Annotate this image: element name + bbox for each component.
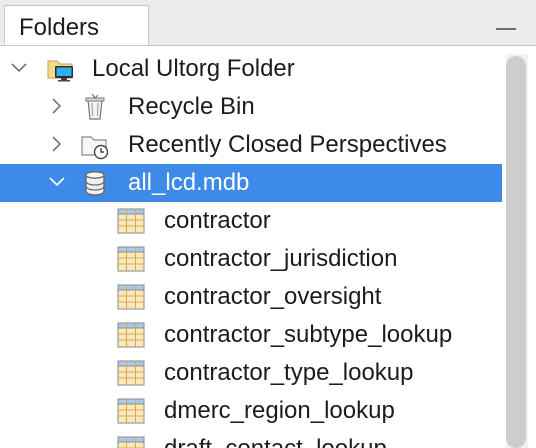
tree-row[interactable]: contractor [0, 202, 502, 240]
tree-row[interactable]: dmerc_region_lookup [0, 392, 502, 430]
tree-row-label: draft_contact_lookup [164, 435, 387, 448]
chevron-down-icon[interactable] [10, 59, 28, 77]
tree-row-label: Recycle Bin [128, 93, 255, 120]
panel-tab-bar: Folders [0, 0, 536, 46]
tree-row[interactable]: contractor_subtype_lookup [0, 316, 502, 354]
tree-row[interactable]: contractor_jurisdiction [0, 240, 502, 278]
chevron-right-icon[interactable] [48, 97, 66, 115]
folder-tree: Local Ultorg Folder Recycle Bin Recently C… [0, 46, 506, 448]
tree-row-label: contractor_jurisdiction [164, 245, 398, 272]
tree-row-label: contractor [164, 207, 271, 234]
table-icon [116, 282, 146, 312]
local-folder-icon [46, 54, 76, 84]
tree-row-label: contractor_type_lookup [164, 359, 414, 386]
tree-row[interactable]: contractor_type_lookup [0, 354, 502, 392]
tree-row[interactable]: contractor_oversight [0, 278, 502, 316]
table-icon [116, 358, 146, 388]
tree-row[interactable]: Recycle Bin [0, 88, 502, 126]
tree-row-label: Local Ultorg Folder [92, 55, 295, 82]
tree-row-label: contractor_oversight [164, 283, 382, 310]
tree-row[interactable]: Recently Closed Perspectives [0, 126, 502, 164]
chevron-down-icon[interactable] [48, 173, 66, 191]
tree-row-label: all_lcd.mdb [128, 169, 250, 196]
minimize-icon[interactable] [496, 28, 516, 30]
tree-row-label: contractor_subtype_lookup [164, 321, 453, 348]
recycle-bin-icon [80, 92, 110, 122]
database-icon [80, 168, 110, 198]
table-icon [116, 434, 146, 448]
tree-row-label: Recently Closed Perspectives [128, 131, 447, 158]
table-icon [116, 244, 146, 274]
table-icon [116, 206, 146, 236]
chevron-right-icon[interactable] [48, 135, 66, 153]
tab-folders[interactable]: Folders [4, 5, 149, 46]
tab-folders-label: Folders [19, 14, 100, 41]
tree-row[interactable]: draft_contact_lookup [0, 430, 502, 448]
tree-row-label: dmerc_region_lookup [164, 397, 395, 424]
table-icon [116, 396, 146, 426]
table-icon [116, 320, 146, 350]
tree-row[interactable]: Local Ultorg Folder [0, 50, 502, 88]
scrollbar-thumb[interactable] [506, 56, 526, 448]
recent-folder-clock-icon [80, 130, 110, 160]
tree-row[interactable]: all_lcd.mdb [0, 164, 502, 202]
